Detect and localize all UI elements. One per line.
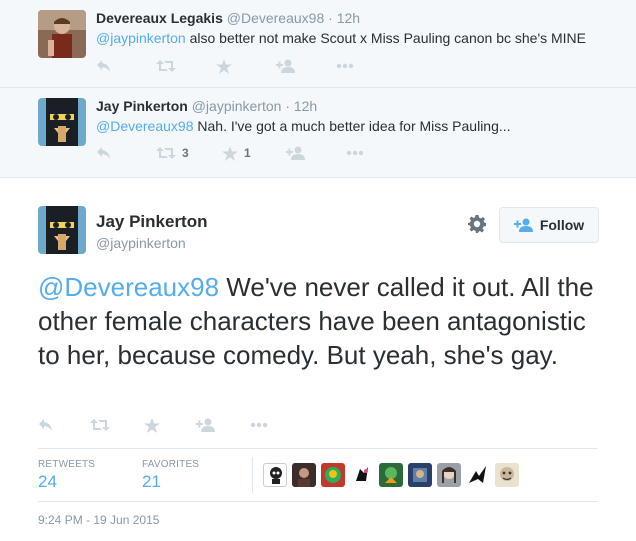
user-handle[interactable]: @jaypinkerton	[96, 235, 186, 251]
favoriter-avatar[interactable]	[321, 463, 345, 487]
retweet-count: 3	[182, 146, 189, 160]
conversation-thread: Devereaux Legakis @Devereaux98 · 12h @ja…	[0, 0, 636, 178]
follow-button[interactable]: Follow	[499, 207, 599, 243]
retweet-icon	[156, 60, 176, 72]
favoriter-avatar[interactable]	[408, 463, 432, 487]
avatar[interactable]	[38, 10, 86, 58]
follow-icon	[276, 59, 295, 73]
user-handle[interactable]: @jaypinkerton	[192, 98, 282, 114]
favorite-icon	[144, 417, 160, 433]
follow-icon	[286, 146, 305, 160]
more-button[interactable]	[346, 145, 406, 161]
retweet-button[interactable]	[156, 58, 216, 74]
user-name[interactable]: Jay Pinkerton	[96, 98, 188, 114]
retweets-stat[interactable]: RETWEETS 24	[38, 459, 120, 492]
favorite-button[interactable]	[144, 417, 196, 433]
user-name[interactable]: Jay Pinkerton	[96, 212, 208, 232]
avatar[interactable]	[38, 98, 86, 146]
reply-button[interactable]	[96, 145, 156, 161]
tweet-actions	[38, 417, 310, 433]
tweet-body: also better not make Scout x Miss Paulin…	[185, 30, 587, 46]
reply-tweet[interactable]: Jay Pinkerton @jaypinkerton · 12h @Dever…	[0, 88, 636, 178]
favorite-icon	[222, 145, 238, 161]
favoriter-avatar[interactable]	[350, 463, 374, 487]
tweet-text: @Devereaux98 Nah. I've got a much better…	[96, 118, 511, 134]
more-button[interactable]	[250, 417, 310, 433]
follow-icon	[196, 418, 215, 432]
favorites-label: FAVORITES	[142, 458, 200, 470]
favoriter-avatar[interactable]	[437, 463, 461, 487]
favorite-count: 1	[244, 146, 251, 160]
retweet-icon	[90, 419, 110, 431]
favorites-count: 21	[142, 471, 161, 491]
tweet-time[interactable]: · 12h	[285, 98, 317, 114]
tweet-actions	[96, 58, 396, 74]
mention-link[interactable]: @Devereaux98	[38, 272, 219, 302]
reply-icon	[97, 147, 110, 159]
reply-icon	[39, 419, 52, 431]
reply-button[interactable]	[96, 58, 156, 74]
retweet-button[interactable]	[90, 417, 144, 433]
tweet-header: Jay Pinkerton @jaypinkerton · 12h	[96, 98, 317, 114]
user-name[interactable]: Devereaux Legakis	[96, 10, 223, 26]
tweet-time[interactable]: · 12h	[328, 10, 360, 26]
retweet-icon	[156, 147, 176, 159]
retweets-count: 24	[38, 471, 57, 491]
main-tweet: Jay Pinkerton @jaypinkerton Follow @Deve…	[0, 178, 636, 541]
tweet-header: Devereaux Legakis @Devereaux98 · 12h	[96, 10, 360, 26]
favoriter-avatar[interactable]	[263, 463, 287, 487]
tweet-text: @jaypinkerton also better not make Scout…	[96, 30, 586, 46]
tweet-actions: 3 1	[96, 145, 406, 161]
mention-link[interactable]: @Devereaux98	[96, 118, 194, 134]
tweet-timestamp[interactable]: 9:24 PM - 19 Jun 2015	[38, 513, 159, 527]
stats-divider	[252, 457, 253, 493]
tweet-body: Nah. I've got a much better idea for Mis…	[193, 118, 511, 134]
avatar[interactable]	[38, 206, 86, 254]
user-handle[interactable]: @Devereaux98	[227, 10, 325, 26]
follow-user-button[interactable]	[286, 145, 346, 161]
gear-icon[interactable]	[468, 215, 486, 233]
follow-icon	[513, 218, 533, 232]
retweet-button[interactable]: 3	[156, 145, 222, 161]
retweets-label: RETWEETS	[38, 458, 96, 470]
more-icon	[336, 63, 354, 69]
reply-icon	[97, 60, 110, 72]
favoriter-avatar[interactable]	[466, 463, 490, 487]
follow-user-button[interactable]	[196, 417, 250, 433]
more-button[interactable]	[336, 58, 396, 74]
favoriter-avatar[interactable]	[292, 463, 316, 487]
tweet-stats: RETWEETS 24 FAVORITES 21	[38, 448, 598, 502]
more-icon	[250, 422, 268, 428]
mention-link[interactable]: @jaypinkerton	[96, 30, 186, 46]
favorite-button[interactable]	[216, 58, 276, 74]
tweet-text: @Devereaux98 We've never called it out. …	[38, 270, 598, 372]
more-icon	[346, 150, 364, 156]
favorite-button[interactable]: 1	[222, 145, 286, 161]
favoriter-avatars	[263, 463, 524, 487]
reply-tweet[interactable]: Devereaux Legakis @Devereaux98 · 12h @ja…	[0, 0, 636, 88]
follow-label: Follow	[539, 217, 585, 233]
follow-user-button[interactable]	[276, 58, 336, 74]
reply-button[interactable]	[38, 417, 90, 433]
favoriter-avatar[interactable]	[379, 463, 403, 487]
favorites-stat[interactable]: FAVORITES 21	[142, 459, 224, 492]
favorite-icon	[216, 58, 232, 74]
favoriter-avatar[interactable]	[495, 463, 519, 487]
